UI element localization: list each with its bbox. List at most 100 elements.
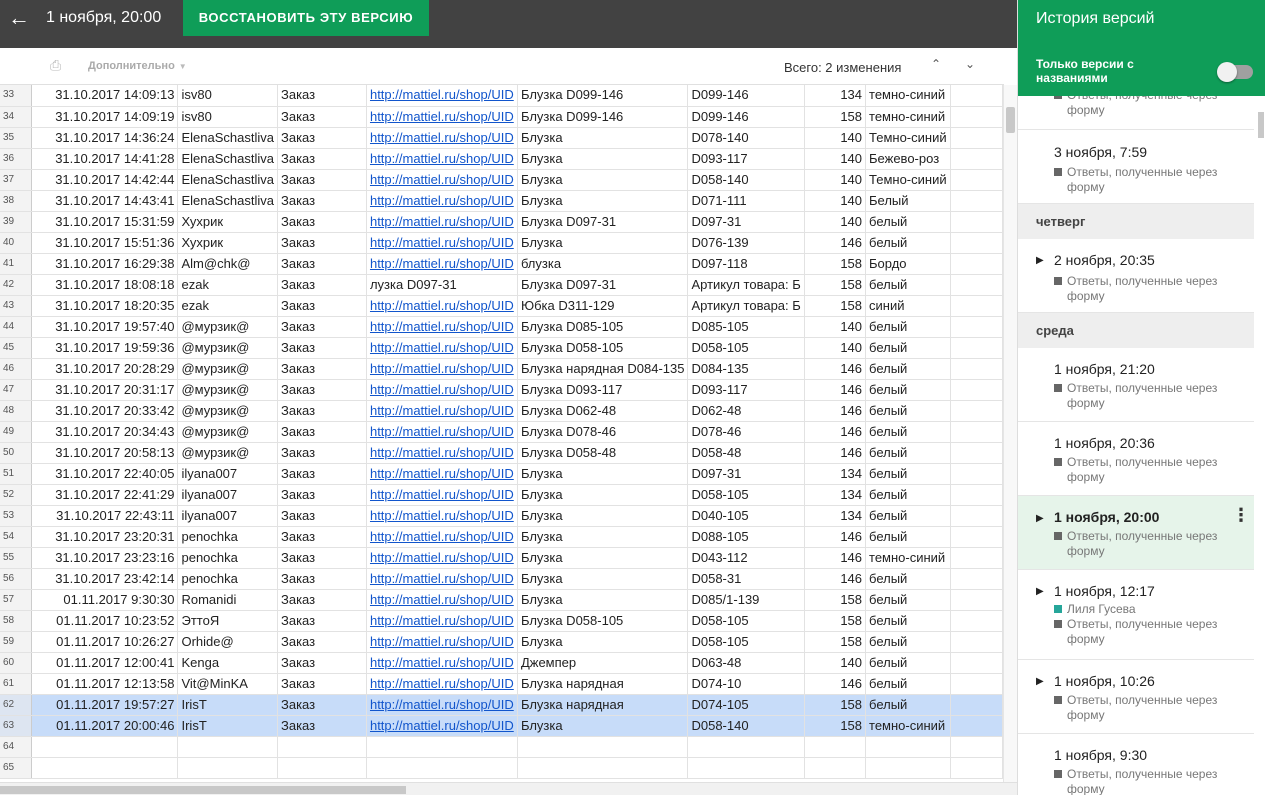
product-cell[interactable]: Блузка: [517, 589, 689, 611]
link-cell[interactable]: http://mattiel.ru/shop/UID: [366, 295, 518, 317]
extra-cell[interactable]: [950, 694, 1003, 716]
nickname-cell[interactable]: isv80: [177, 106, 278, 128]
color-cell[interactable]: темно-синий: [865, 85, 951, 107]
timestamp-cell[interactable]: [31, 736, 179, 758]
type-cell[interactable]: Заказ: [277, 169, 367, 191]
nickname-cell[interactable]: ElenaSchastliva: [177, 127, 278, 149]
product-cell[interactable]: [517, 757, 689, 779]
extra-cell[interactable]: [950, 757, 1003, 779]
table-row[interactable]: 35 31.10.2017 14:36:24 ElenaSchastliva Зака…: [0, 127, 1003, 149]
timestamp-cell[interactable]: 01.11.2017 10:26:27: [31, 631, 179, 653]
size-cell[interactable]: 134: [804, 85, 867, 107]
link-cell[interactable]: http://mattiel.ru/shop/UID: [366, 694, 518, 716]
extra-cell[interactable]: [950, 190, 1003, 212]
restore-version-button[interactable]: ВОССТАНОВИТЬ ЭТУ ВЕРСИЮ: [183, 0, 429, 36]
expand-caret-icon[interactable]: ▶: [1036, 255, 1044, 266]
type-cell[interactable]: Заказ: [277, 316, 367, 338]
size-cell[interactable]: 134: [804, 505, 867, 527]
nickname-cell[interactable]: @мурзик@: [177, 421, 278, 443]
article-cell[interactable]: D093-117: [687, 148, 805, 170]
product-cell[interactable]: Блузка: [517, 463, 689, 485]
product-cell[interactable]: Блузка D099-146: [517, 85, 689, 107]
timestamp-cell[interactable]: 01.11.2017 20:00:46: [31, 715, 179, 737]
type-cell[interactable]: Заказ: [277, 232, 367, 254]
nickname-cell[interactable]: Хухрик: [177, 232, 278, 254]
extra-cell[interactable]: [950, 652, 1003, 674]
version-entry[interactable]: 3 ноября, 7:59 Ответы, полученные через ф…: [1018, 130, 1254, 204]
article-cell[interactable]: D040-105: [687, 505, 805, 527]
size-cell[interactable]: 158: [804, 274, 867, 296]
nickname-cell[interactable]: ElenaSchastliva: [177, 169, 278, 191]
size-cell[interactable]: 158: [804, 631, 867, 653]
size-cell[interactable]: 134: [804, 484, 867, 506]
type-cell[interactable]: Заказ: [277, 694, 367, 716]
version-entry[interactable]: Ответы, полученные черезформу: [1018, 96, 1254, 130]
link-cell[interactable]: http://mattiel.ru/shop/UID: [366, 358, 518, 380]
size-cell[interactable]: [804, 736, 867, 758]
timestamp-cell[interactable]: 31.10.2017 20:31:17: [31, 379, 179, 401]
table-row[interactable]: 57 01.11.2017 9:30:30 Romanidi Заказ http://…: [0, 589, 1003, 611]
nickname-cell[interactable]: @мурзик@: [177, 379, 278, 401]
product-cell[interactable]: Блузка D097-31: [517, 211, 689, 233]
timestamp-cell[interactable]: 31.10.2017 19:57:40: [31, 316, 179, 338]
product-cell[interactable]: Блузка D097-31: [517, 274, 689, 296]
type-cell[interactable]: Заказ: [277, 253, 367, 275]
article-cell[interactable]: D078-140: [687, 127, 805, 149]
size-cell[interactable]: 140: [804, 190, 867, 212]
table-row[interactable]: 36 31.10.2017 14:41:28 ElenaSchastliva Зака…: [0, 148, 1003, 170]
product-cell[interactable]: Блузка D085-105: [517, 316, 689, 338]
link-cell[interactable]: http://mattiel.ru/shop/UID: [366, 169, 518, 191]
nickname-cell[interactable]: isv80: [177, 85, 278, 107]
type-cell[interactable]: Заказ: [277, 484, 367, 506]
table-row[interactable]: 45 31.10.2017 19:59:36 @мурзик@ Заказ http:/…: [0, 337, 1003, 359]
article-cell[interactable]: D071-111: [687, 190, 805, 212]
extra-cell[interactable]: [950, 673, 1003, 695]
timestamp-cell[interactable]: 31.10.2017 15:31:59: [31, 211, 179, 233]
nickname-cell[interactable]: penochka: [177, 568, 278, 590]
link-cell[interactable]: http://mattiel.ru/shop/UID: [366, 379, 518, 401]
article-cell[interactable]: D058-105: [687, 337, 805, 359]
link-cell[interactable]: http://mattiel.ru/shop/UID: [366, 148, 518, 170]
color-cell[interactable]: белый: [865, 673, 951, 695]
timestamp-cell[interactable]: [31, 757, 179, 779]
article-cell[interactable]: [687, 757, 805, 779]
size-cell[interactable]: 158: [804, 253, 867, 275]
timestamp-cell[interactable]: 31.10.2017 14:41:28: [31, 148, 179, 170]
color-cell[interactable]: белый: [865, 211, 951, 233]
link-cell[interactable]: http://mattiel.ru/shop/UID: [366, 610, 518, 632]
type-cell[interactable]: Заказ: [277, 400, 367, 422]
table-row[interactable]: 59 01.11.2017 10:26:27 Orhide@ Заказ http://…: [0, 631, 1003, 653]
article-cell[interactable]: [687, 736, 805, 758]
link-cell[interactable]: http://mattiel.ru/shop/UID: [366, 127, 518, 149]
extra-cell[interactable]: [950, 547, 1003, 569]
size-cell[interactable]: 158: [804, 694, 867, 716]
color-cell[interactable]: белый: [865, 337, 951, 359]
color-cell[interactable]: синий: [865, 295, 951, 317]
type-cell[interactable]: [277, 757, 367, 779]
link-cell[interactable]: [366, 757, 518, 779]
size-cell[interactable]: 146: [804, 358, 867, 380]
product-cell[interactable]: Блузка: [517, 232, 689, 254]
table-row[interactable]: 63 01.11.2017 20:00:46 IrisT Заказ http://ma…: [0, 715, 1003, 737]
type-cell[interactable]: Заказ: [277, 190, 367, 212]
type-cell[interactable]: Заказ: [277, 715, 367, 737]
type-cell[interactable]: Заказ: [277, 274, 367, 296]
nickname-cell[interactable]: penochka: [177, 526, 278, 548]
extra-cell[interactable]: [950, 232, 1003, 254]
type-cell[interactable]: Заказ: [277, 652, 367, 674]
size-cell[interactable]: 146: [804, 568, 867, 590]
product-cell[interactable]: Блузка нарядная: [517, 694, 689, 716]
named-versions-toggle[interactable]: [1217, 62, 1253, 82]
article-cell[interactable]: D084-135: [687, 358, 805, 380]
type-cell[interactable]: Заказ: [277, 442, 367, 464]
timestamp-cell[interactable]: 31.10.2017 19:59:36: [31, 337, 179, 359]
table-row[interactable]: 37 31.10.2017 14:42:44 ElenaSchastliva Зака…: [0, 169, 1003, 191]
nickname-cell[interactable]: @мурзик@: [177, 337, 278, 359]
print-icon[interactable]: ⎙: [50, 57, 70, 75]
color-cell[interactable]: белый: [865, 505, 951, 527]
size-cell[interactable]: 146: [804, 442, 867, 464]
extra-cell[interactable]: [950, 379, 1003, 401]
color-cell[interactable]: белый: [865, 631, 951, 653]
article-cell[interactable]: D088-105: [687, 526, 805, 548]
article-cell[interactable]: D058-140: [687, 169, 805, 191]
